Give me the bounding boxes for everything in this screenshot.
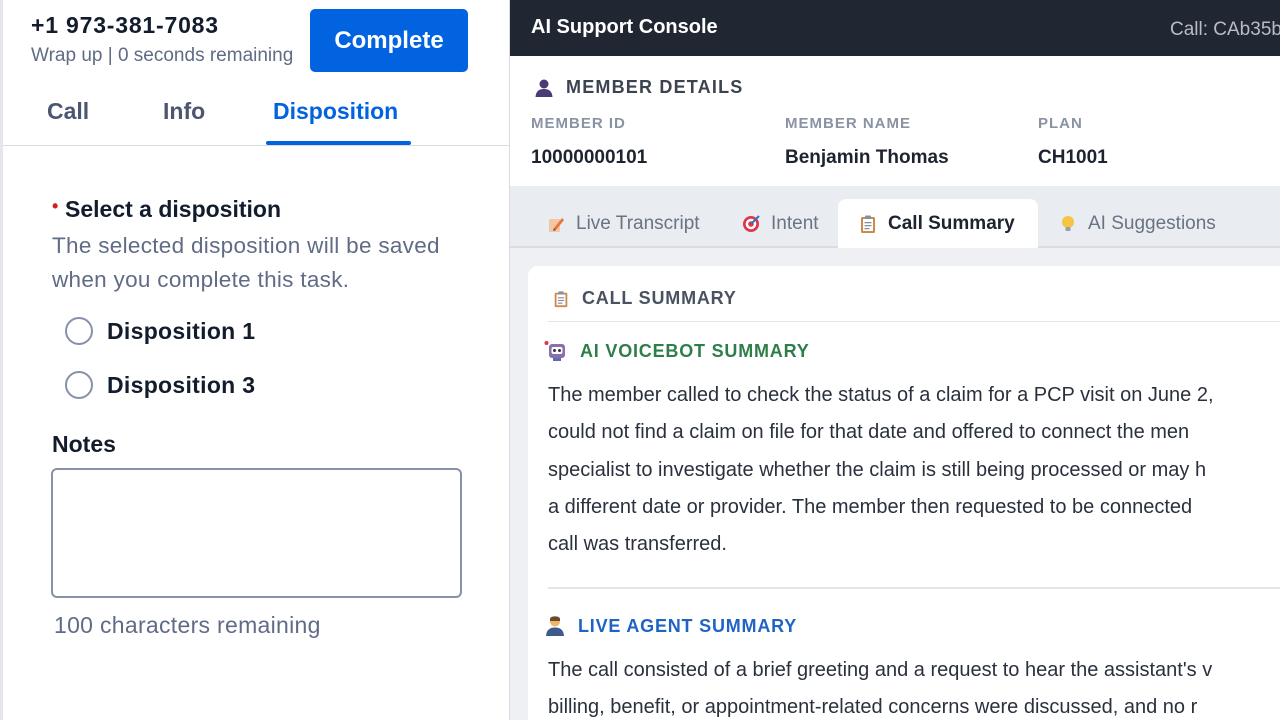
agent-summary-header: LIVE AGENT SUMMARY: [544, 615, 797, 637]
tab-label: Intent: [771, 212, 819, 234]
summary-line: specialist to investigate whether the cl…: [548, 458, 1207, 481]
pencil-icon: [549, 217, 564, 232]
tab-intent[interactable]: Intent: [741, 199, 819, 248]
person-icon: [535, 79, 553, 97]
summary-line: The call consisted of a brief greeting a…: [548, 659, 1213, 681]
support-console: AI Support Console Call: CAb35b MEMBER D…: [510, 0, 1280, 720]
member-name-label: MEMBER NAME: [785, 115, 911, 132]
console-tabs: Live Transcript Intent Call Summary AI S…: [510, 186, 1280, 248]
tab-live-transcript[interactable]: Live Transcript: [546, 199, 700, 248]
agent-icon: [546, 616, 564, 636]
active-tab-indicator: [266, 141, 411, 145]
caller-phone-number: +1 973-381-7083: [31, 12, 219, 38]
radio-label: Disposition 3: [107, 371, 256, 398]
call-summary-title: CALL SUMMARY: [582, 288, 737, 308]
complete-button[interactable]: Complete: [310, 9, 468, 72]
lightbulb-icon: [1062, 215, 1074, 231]
voicebot-summary-title: AI VOICEBOT SUMMARY: [580, 340, 810, 361]
summary-line: call was transferred.: [548, 533, 727, 556]
summary-line: could not find a claim on file for that …: [548, 421, 1190, 444]
tab-disposition[interactable]: Disposition: [273, 98, 398, 125]
member-name-value: Benjamin Thomas: [785, 147, 949, 168]
tab-call-summary[interactable]: Call Summary: [838, 199, 1038, 248]
tab-label: Call Summary: [888, 212, 1015, 234]
clipboard-icon: [861, 215, 875, 233]
console-title: AI Support Console: [531, 16, 718, 38]
radio-label: Disposition 1: [107, 317, 256, 344]
agent-summary-title: LIVE AGENT SUMMARY: [578, 615, 798, 636]
disposition-heading: Select a disposition: [65, 196, 281, 222]
member-details-title: MEMBER DETAILS: [566, 77, 744, 97]
notes-label: Notes: [52, 431, 116, 457]
call-id: Call: CAb35b: [1170, 19, 1280, 40]
disposition-option-1[interactable]: Disposition 1: [65, 317, 255, 345]
radio-button[interactable]: [65, 371, 93, 399]
plan-value: CH1001: [1038, 147, 1108, 168]
task-tabs: Call Info Disposition: [3, 88, 510, 146]
radio-button[interactable]: [65, 317, 93, 345]
divider: [548, 321, 1280, 322]
voicebot-summary-header: AI VOICEBOT SUMMARY: [544, 340, 810, 362]
voicebot-summary-text: The member called to check the status of…: [548, 377, 1280, 563]
tab-call[interactable]: Call: [47, 98, 89, 125]
clipboard-icon: [554, 290, 568, 307]
tab-ai-suggestions[interactable]: AI Suggestions: [1058, 199, 1216, 248]
target-icon: [743, 214, 760, 232]
plan-label: PLAN: [1038, 115, 1083, 132]
member-details-panel: MEMBER DETAILS MEMBER ID 10000000101 MEM…: [510, 56, 1280, 186]
tab-info[interactable]: Info: [163, 98, 205, 125]
tab-label: AI Suggestions: [1088, 212, 1216, 234]
summary-line: The member called to check the status of…: [548, 384, 1214, 406]
member-id-label: MEMBER ID: [531, 115, 626, 132]
section-divider: [548, 587, 1280, 589]
app-root: +1 973-381-7083 Wrap up | 0 seconds rema…: [0, 0, 1280, 720]
summary-line: billing, benefit, or appointment-related…: [548, 696, 1198, 719]
task-panel: +1 973-381-7083 Wrap up | 0 seconds rema…: [0, 0, 510, 720]
disposition-help-text: The selected disposition will be saved w…: [52, 233, 440, 292]
notes-textarea[interactable]: [51, 468, 462, 598]
notes-character-counter: 100 characters remaining: [54, 612, 321, 638]
call-summary-card: CALL SUMMARY AI VOICEBOT SUMMARY The mem…: [528, 266, 1280, 720]
console-header: AI Support Console Call: CAb35b: [510, 0, 1280, 56]
agent-summary-text: The call consisted of a brief greeting a…: [548, 652, 1280, 720]
required-marker: •: [52, 196, 59, 216]
tab-label: Live Transcript: [576, 212, 700, 234]
disposition-option-3[interactable]: Disposition 3: [65, 371, 255, 399]
summary-line: a different date or provider. The member…: [548, 495, 1193, 518]
wrapup-status: Wrap up | 0 seconds remaining: [31, 45, 294, 66]
robot-icon: [544, 341, 565, 361]
call-summary-header: CALL SUMMARY: [552, 288, 737, 309]
member-id-value: 10000000101: [531, 147, 648, 168]
